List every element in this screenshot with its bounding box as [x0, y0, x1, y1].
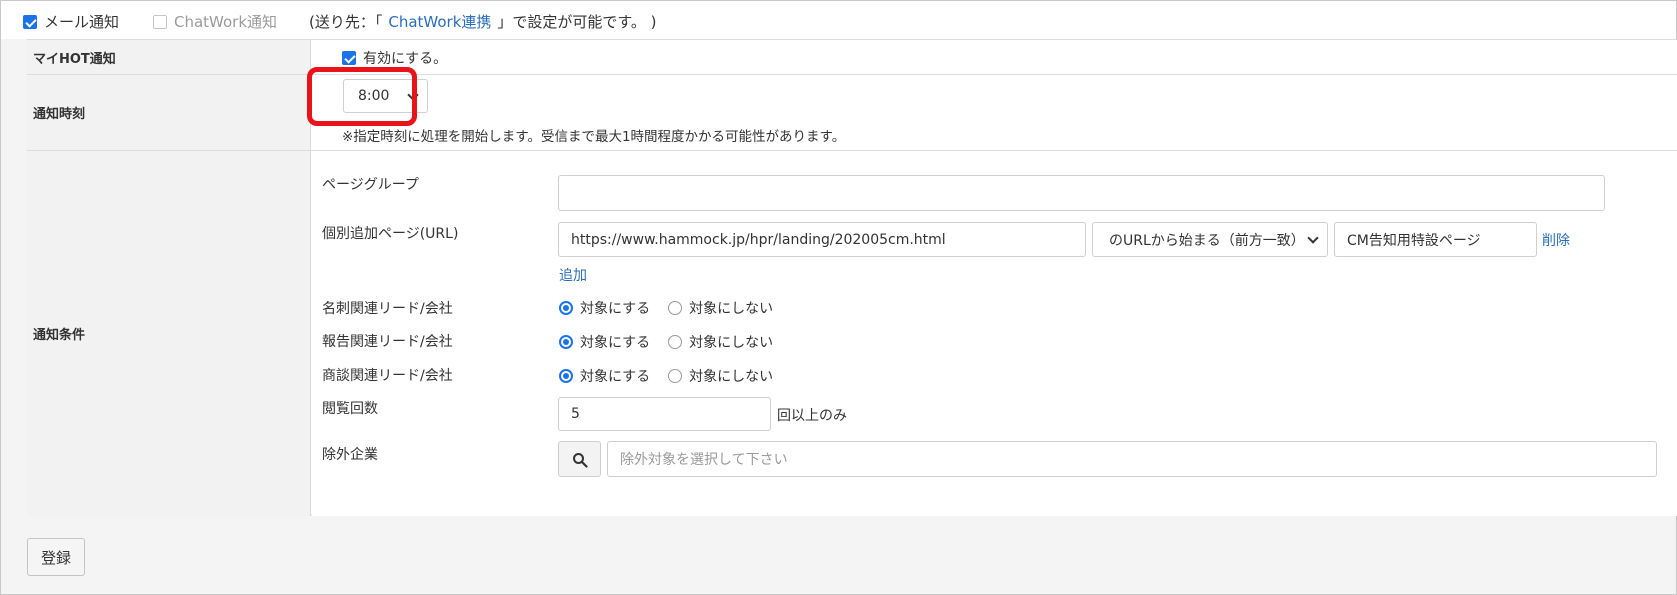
url-match-select[interactable]: のURLから始まる（前方一致） [1092, 222, 1328, 257]
card-lead-radio-off[interactable]: 対象にしない [668, 298, 773, 318]
radio-on-label: 対象にする [580, 335, 651, 351]
my-hot-header: マイHOT通知 [27, 40, 311, 74]
my-hot-enable-label: 有効にする。 [363, 51, 448, 67]
chevron-down-icon [1307, 232, 1319, 244]
time-select-highlight [307, 67, 417, 126]
mail-notify-check-icon[interactable] [23, 14, 37, 29]
view-count-value: 5 [571, 406, 580, 422]
radio-unselected-icon[interactable] [668, 335, 683, 349]
settings-panel: メール通知 ChatWork通知 (送り先：「 ChatWork連携 」で設定が… [0, 0, 1677, 595]
url-value: https://www.hammock.jp/hpr/landing/20200… [571, 231, 946, 248]
notify-time-cell: 8:00 ※指定時刻に処理を開始します。受信まで最大1時間程度かかる可能性があり… [312, 75, 1677, 150]
page-name-value: CM告知用特設ページ [1347, 232, 1481, 249]
chatwork-notify-label: ChatWork通知 [174, 13, 278, 31]
exclude-company-input[interactable]: 除外対象を選択して下さい [607, 441, 1657, 477]
card-lead-label: 名刺関連リード/会社 [322, 301, 453, 317]
deal-lead-radio-on[interactable]: 対象にする [559, 366, 650, 386]
card-lead-radio-group: 対象にする 対象にしない [559, 298, 791, 318]
deal-lead-radio-group: 対象にする 対象にしない [559, 366, 791, 386]
my-hot-cell: 有効にする。 [312, 40, 1677, 74]
radio-selected-icon[interactable] [559, 301, 573, 315]
view-count-suffix: 回以上のみ [777, 408, 847, 424]
exclude-search-button[interactable] [558, 441, 601, 477]
notify-conditions-header: 通知条件 [27, 151, 311, 516]
radio-off-label: 対象にしない [689, 335, 774, 351]
deal-lead-label: 商談関連リード/会社 [322, 368, 453, 384]
search-icon [573, 453, 588, 468]
notify-time-row: 通知時刻 8:00 ※指定時刻に処理を開始します。受信まで最大1時間程度かかる可… [27, 75, 1677, 151]
my-hot-enable-checkbox[interactable]: 有効にする。 [342, 48, 447, 68]
notify-time-header: 通知時刻 [27, 75, 311, 150]
mail-notify-label: メール通知 [44, 13, 120, 31]
view-count-label: 閲覧回数 [322, 401, 378, 417]
chatwork-link[interactable]: ChatWork連携 [388, 11, 491, 32]
exclude-company-placeholder: 除外対象を選択して下さい [620, 452, 788, 468]
report-lead-radio-off[interactable]: 対象にしない [668, 332, 773, 352]
delete-link[interactable]: 削除 [1542, 230, 1570, 250]
note-suffix: 」で設定が可能です。 ) [497, 13, 657, 31]
page-group-label: ページグループ [322, 177, 419, 193]
report-lead-radio-on[interactable]: 対象にする [559, 332, 650, 352]
radio-on-label: 対象にする [580, 301, 651, 317]
view-count-input[interactable]: 5 [558, 397, 771, 431]
radio-on-label: 対象にする [580, 369, 651, 385]
notify-destination-note: (送り先：「 ChatWork連携 」で設定が可能です。 ) [309, 11, 657, 32]
notify-channel-bar: メール通知 ChatWork通知 (送り先：「 ChatWork連携 」で設定が… [1, 1, 1676, 39]
individual-page-label: 個別追加ページ(URL) [322, 226, 459, 242]
radio-selected-icon[interactable] [559, 335, 573, 349]
card-lead-radio-on[interactable]: 対象にする [559, 298, 650, 318]
radio-off-label: 対象にしない [689, 369, 774, 385]
url-match-value: のURLから始まる（前方一致） [1109, 232, 1305, 249]
note-prefix: (送り先：「 [309, 13, 383, 31]
radio-unselected-icon[interactable] [668, 369, 683, 383]
page-group-input[interactable] [558, 175, 1605, 211]
add-link[interactable]: 追加 [559, 265, 587, 285]
page-name-input[interactable]: CM告知用特設ページ [1334, 222, 1537, 257]
my-hot-check-icon[interactable] [342, 51, 356, 65]
chatwork-notify-check-icon[interactable] [153, 14, 167, 29]
url-input[interactable]: https://www.hammock.jp/hpr/landing/20200… [558, 222, 1086, 257]
radio-unselected-icon[interactable] [668, 301, 683, 315]
report-lead-label: 報告関連リード/会社 [322, 334, 453, 350]
submit-button[interactable]: 登録 [27, 538, 85, 576]
radio-selected-icon[interactable] [559, 369, 573, 383]
chatwork-notify-checkbox[interactable]: ChatWork通知 [153, 11, 277, 32]
exclude-company-label: 除外企業 [322, 447, 378, 463]
radio-off-label: 対象にしない [689, 301, 774, 317]
deal-lead-radio-off[interactable]: 対象にしない [668, 366, 773, 386]
mail-notify-checkbox[interactable]: メール通知 [23, 11, 119, 32]
my-hot-row: マイHOT通知 有効にする。 [27, 40, 1677, 75]
report-lead-radio-group: 対象にする 対象にしない [559, 332, 791, 352]
notify-time-note: ※指定時刻に処理を開始します。受信まで最大1時間程度かかる可能性があります。 [342, 129, 846, 145]
